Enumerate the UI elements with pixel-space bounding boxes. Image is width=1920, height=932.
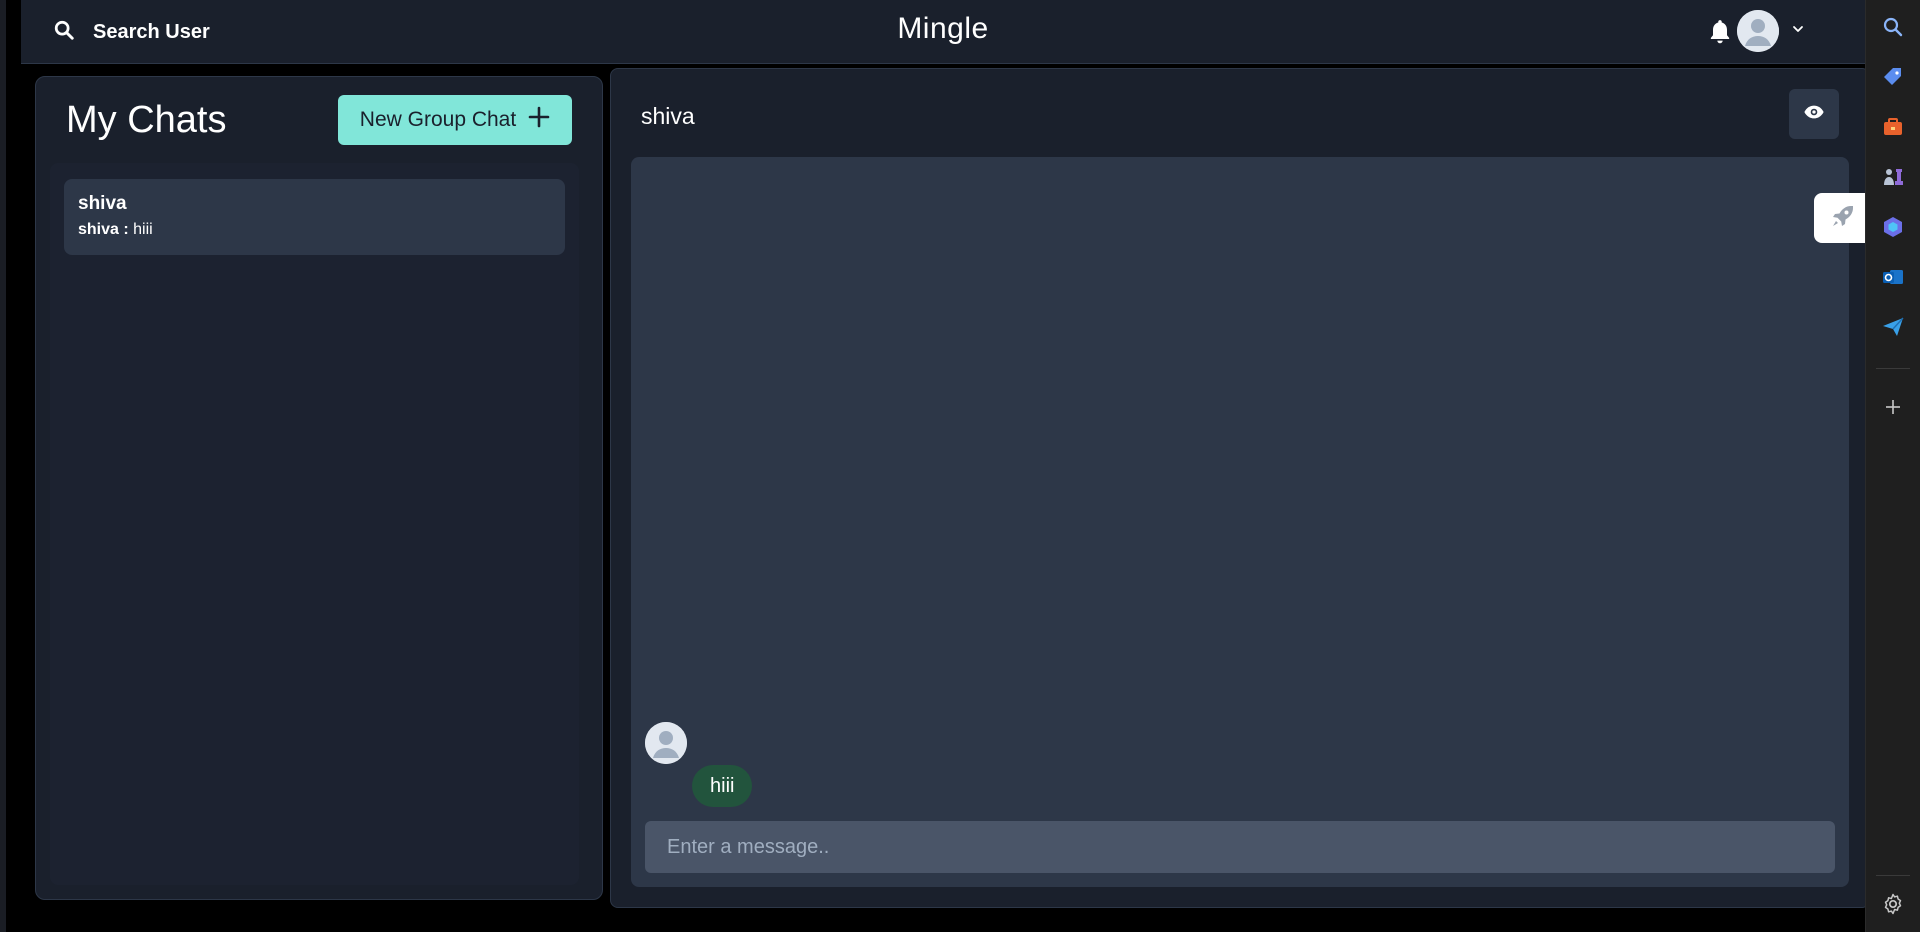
new-group-chat-label: New Group Chat xyxy=(359,108,517,131)
sender-avatar[interactable] xyxy=(645,722,687,764)
chats-list: shiva shiva : hiii xyxy=(50,163,579,885)
chat-preview-sender: shiva : xyxy=(78,221,129,238)
my-chats-title: My Chats xyxy=(66,99,227,141)
chat-item-name: shiva xyxy=(78,193,127,214)
search-icon[interactable] xyxy=(1880,14,1906,40)
view-profile-button[interactable] xyxy=(1789,89,1839,139)
chat-list-item[interactable]: shiva shiva : hiii xyxy=(64,179,565,255)
top-header: Search User Mingle xyxy=(21,0,1865,64)
mingle-app: Search User Mingle My Chats New Group Ch… xyxy=(6,0,1871,932)
chat-contact-name: shiva xyxy=(641,103,695,129)
plus-icon xyxy=(528,106,550,134)
my-chats-panel: My Chats New Group Chat shiva shiva : hi… xyxy=(35,76,603,900)
chat-window: shiva hiii xyxy=(610,68,1870,908)
copilot-icon[interactable] xyxy=(1880,214,1906,240)
send-icon[interactable] xyxy=(1880,314,1906,340)
chat-item-preview: shiva : hiii xyxy=(78,221,551,239)
message-bubble: hiii xyxy=(692,765,753,807)
eye-icon xyxy=(1803,101,1825,128)
rocket-icon xyxy=(1829,202,1857,235)
floating-launcher-button[interactable] xyxy=(1814,193,1871,243)
briefcase-icon[interactable] xyxy=(1880,114,1906,140)
messages-area: hiii xyxy=(631,157,1849,887)
profile-menu-button[interactable] xyxy=(1737,10,1805,52)
sidebar-divider xyxy=(1876,368,1910,369)
plus-icon[interactable] xyxy=(1880,394,1906,420)
outlook-icon[interactable] xyxy=(1880,264,1906,290)
notification-bell-icon[interactable] xyxy=(1707,18,1733,46)
chevron-down-icon xyxy=(1791,22,1805,41)
chess-icon[interactable] xyxy=(1880,164,1906,190)
browser-sidebar xyxy=(1865,0,1920,932)
app-brand-title: Mingle xyxy=(897,12,989,45)
chat-preview-text: hiii xyxy=(133,221,153,238)
tag-icon[interactable] xyxy=(1880,64,1906,90)
gear-icon[interactable] xyxy=(1880,891,1906,917)
new-group-chat-button[interactable]: New Group Chat xyxy=(338,95,572,145)
sidebar-divider xyxy=(1876,875,1910,876)
message-input[interactable] xyxy=(645,821,1835,873)
user-avatar xyxy=(1737,10,1779,52)
